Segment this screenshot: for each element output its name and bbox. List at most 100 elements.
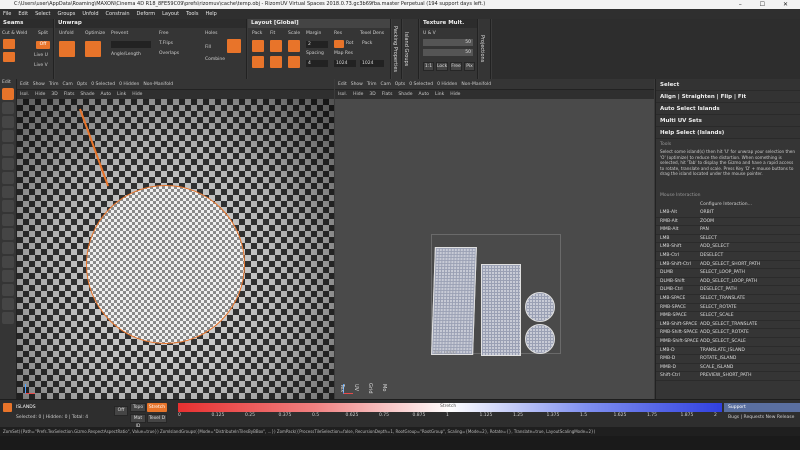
uv-opt-hide[interactable]: Hide [353, 92, 363, 97]
auto-select-islands-header[interactable]: Auto Select Islands [656, 103, 800, 115]
vp3d-tb-cam[interactable]: Cam [62, 82, 72, 87]
tool-loop-button[interactable] [2, 144, 14, 156]
uv-opt-hide[interactable]: Hide [450, 92, 460, 97]
tool-move-button[interactable] [2, 102, 14, 114]
menu-edit[interactable]: Edit [18, 9, 28, 19]
tool-grow-button[interactable] [2, 172, 14, 184]
pack-button[interactable] [252, 40, 264, 52]
vp3d-opt-shade[interactable]: Shade [80, 92, 94, 97]
menu-deform[interactable]: Deform [137, 9, 156, 19]
tool-scale-button[interactable] [2, 130, 14, 142]
configure-interaction-button[interactable]: Configure Interaction... [656, 200, 800, 209]
vp3d-opt-link[interactable]: Link [117, 92, 126, 97]
combine-toggle[interactable]: Combine [205, 57, 225, 62]
menu-file[interactable]: File [3, 9, 11, 19]
vp3d-opt-auto[interactable]: Auto [101, 92, 111, 97]
menu-groups[interactable]: Groups [58, 9, 76, 19]
live-v-toggle[interactable]: Live V [34, 63, 48, 68]
vp3d-tb-non-manifold[interactable]: Non-Manifold [143, 82, 173, 87]
uv-tb-cam[interactable]: Cam [380, 82, 390, 87]
texel-density-button[interactable]: Texel D [147, 414, 167, 423]
projections-tab[interactable]: Projections [479, 19, 491, 79]
margin-field[interactable]: 2 [306, 41, 328, 48]
lock-button[interactable]: Lock [436, 62, 448, 71]
live-u-toggle[interactable]: Live U [34, 53, 48, 58]
tool-cut-button[interactable] [2, 200, 14, 212]
uv-island-rect[interactable] [481, 264, 521, 356]
support-button[interactable]: Support [724, 403, 800, 412]
menu-help[interactable]: Help [205, 9, 216, 19]
select-header[interactable]: Select [656, 79, 800, 91]
uv-tab-tex[interactable]: Tex [339, 379, 345, 397]
viewport-3d[interactable]: Edit Show Trim Cam Opts 0 Selected 0 Hidden Non… [17, 79, 334, 399]
vp3d-tb-trim[interactable]: Trim [49, 82, 59, 87]
tool-ring-button[interactable] [2, 158, 14, 170]
tool-shrink-button[interactable] [2, 186, 14, 198]
vp3d-tb-opts[interactable]: Opts [77, 82, 88, 87]
optimize-button[interactable] [85, 41, 101, 57]
tool-select-button[interactable] [2, 88, 14, 100]
res-button[interactable] [334, 40, 344, 48]
fit-button[interactable] [270, 40, 282, 52]
uv-tab-grid[interactable]: Grid [367, 379, 373, 397]
orient-button[interactable] [288, 56, 300, 68]
vp3d-tb-0-hidden[interactable]: 0 Hidden [119, 82, 139, 87]
uv-viewport[interactable]: Edit Show Trim Cam Opts 0 Selected 0 Hidden Non… [335, 79, 654, 399]
tool-track-button[interactable] [2, 312, 14, 324]
uv-island-curved[interactable] [431, 247, 477, 355]
map-res-field[interactable]: 1024 [334, 60, 356, 67]
uv-tb-0-hidden[interactable]: 0 Hidden [437, 82, 457, 87]
tool-weld-button[interactable] [2, 214, 14, 226]
tool-pin-button[interactable] [2, 284, 14, 296]
tool-stitch-button[interactable] [2, 298, 14, 310]
uv-opt-auto[interactable]: Auto [419, 92, 429, 97]
vp3d-opt-3d[interactable]: 3D [51, 92, 57, 97]
fill-toggle[interactable]: Fill [205, 45, 211, 50]
overlaps-toggle[interactable]: Overlaps [159, 51, 179, 56]
flip-pack-button[interactable] [270, 56, 282, 68]
tool-snap-button[interactable] [2, 270, 14, 282]
tool-mirror-button[interactable] [2, 256, 14, 268]
seams-off-button[interactable]: Off [36, 41, 50, 49]
uv-tb-edit[interactable]: Edit [338, 82, 347, 87]
unfold-button[interactable] [59, 41, 75, 57]
uv-opt-link[interactable]: Link [435, 92, 444, 97]
vp3d-tb-edit[interactable]: Edit [20, 82, 29, 87]
texture-u-field[interactable]: 50 [423, 39, 473, 46]
vp3d-opt-hide[interactable]: Hide [132, 92, 142, 97]
prevent-slider[interactable] [111, 41, 151, 48]
display-off-button[interactable]: Off [114, 406, 128, 416]
help-select-header[interactable]: Help Select (Islands) [656, 127, 800, 139]
uv-tb-non-manifold[interactable]: Non-Manifold [461, 82, 491, 87]
uv-island-circle-bottom[interactable] [525, 324, 555, 354]
cylinder-cap-disc[interactable] [86, 185, 245, 344]
ratio-1-1-button[interactable]: 1:1 [423, 62, 434, 71]
vp3d-opt-flats[interactable]: Flats [64, 92, 75, 97]
tool-flip-button[interactable] [2, 228, 14, 240]
uv-opt-3d[interactable]: 3D [369, 92, 375, 97]
texture-v-field[interactable]: 50 [423, 49, 473, 56]
island-groups-tab[interactable]: Island Groups [403, 19, 419, 79]
uv-opt-isol-[interactable]: Isol. [338, 92, 347, 97]
rotate-pack-button[interactable] [252, 56, 264, 68]
menu-unfold[interactable]: Unfold [82, 9, 98, 19]
menu-select[interactable]: Select [35, 9, 50, 19]
menu-layout[interactable]: Layout [162, 9, 179, 19]
menu-tools[interactable]: Tools [186, 9, 198, 19]
uv-tb-show[interactable]: Show [351, 82, 363, 87]
vp3d-tb-0-selected[interactable]: 0 Selected [91, 82, 115, 87]
mat-id-button[interactable]: Mat ID [130, 414, 146, 429]
uv-tb-opts[interactable]: Opts [395, 82, 406, 87]
tflips-toggle[interactable]: T.Flips [159, 41, 173, 46]
uv-tab-uv[interactable]: UV [353, 379, 359, 397]
uv-opt-flats[interactable]: Flats [382, 92, 393, 97]
vp3d-tb-show[interactable]: Show [33, 82, 45, 87]
window-controls[interactable]: – ☐ ✕ [739, 0, 796, 9]
cut-button[interactable] [3, 39, 15, 49]
packing-properties-tab[interactable]: Packing Properties [392, 19, 402, 79]
vp3d-opt-hide[interactable]: Hide [35, 92, 45, 97]
bugs-requests-links[interactable]: Bugs | Requests New Release [728, 415, 794, 420]
vp3d-opt-isol-[interactable]: Isol. [20, 92, 29, 97]
uv-opt-shade[interactable]: Shade [398, 92, 412, 97]
weld-button[interactable] [3, 52, 15, 62]
